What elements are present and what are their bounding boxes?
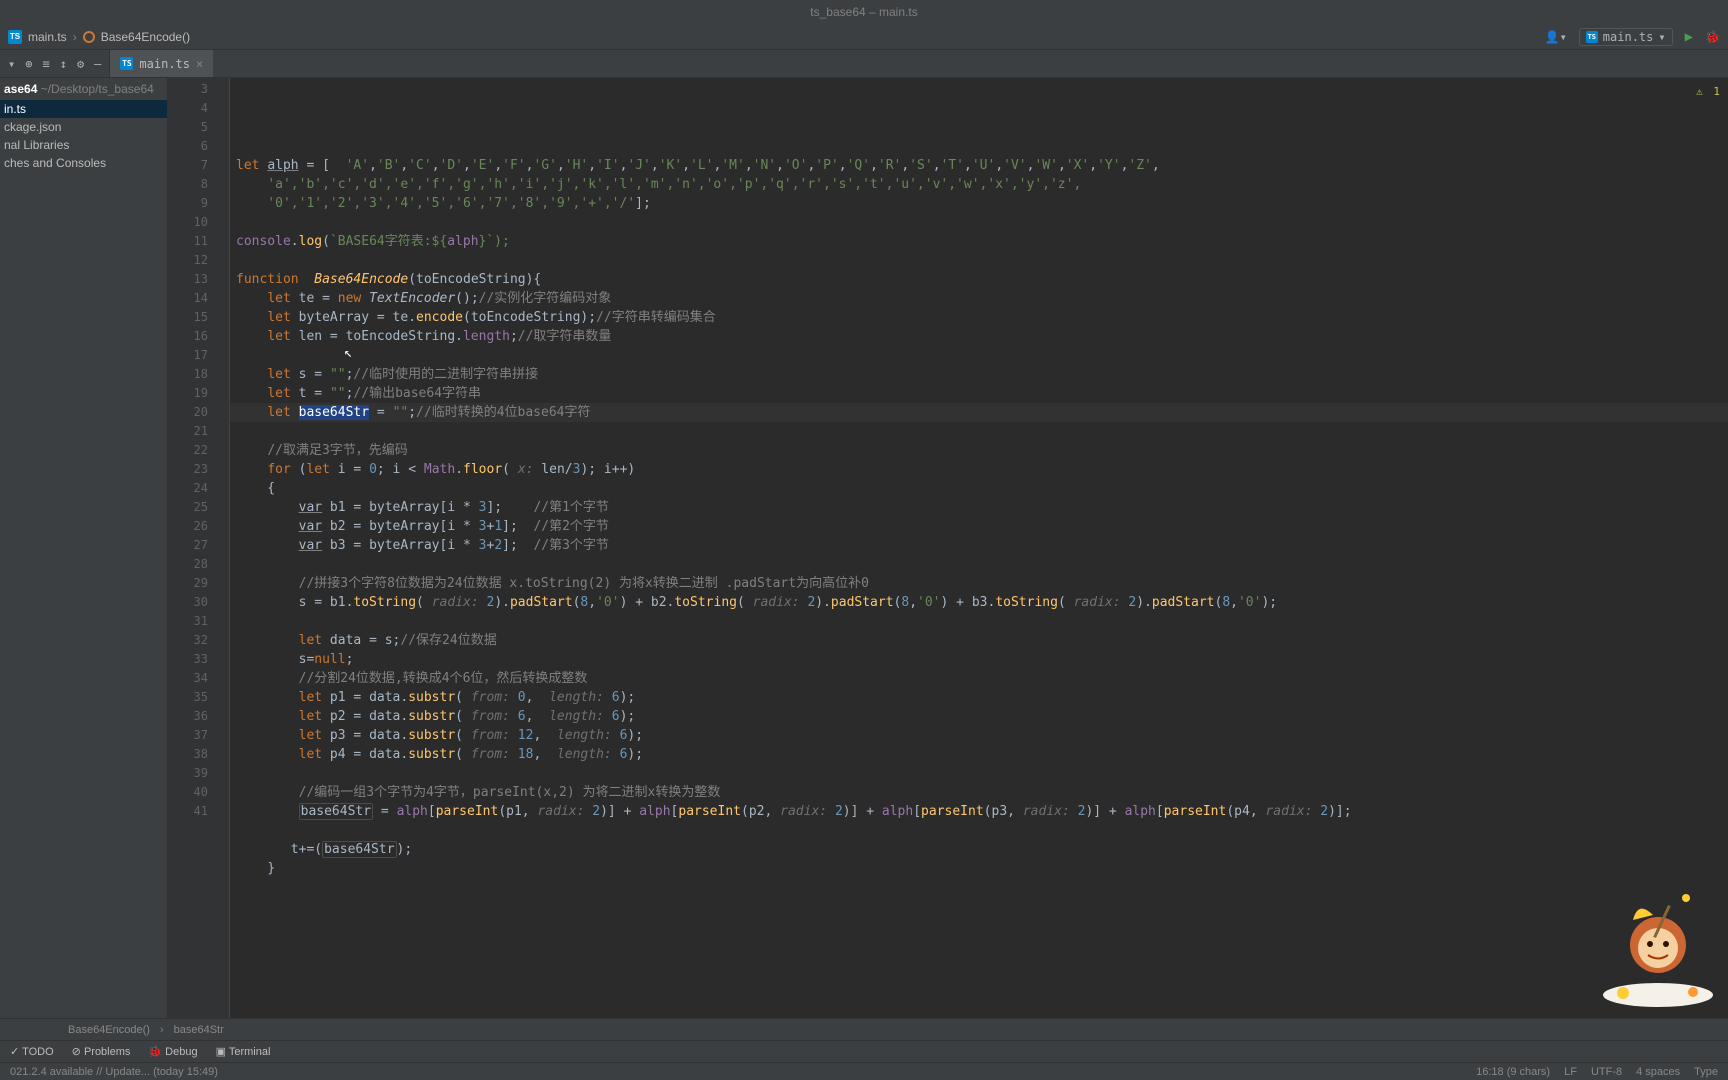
editor[interactable]: 3456789101112131415161718192021222324252… <box>168 78 1728 1018</box>
bc-symbol[interactable]: base64Str <box>174 1024 224 1036</box>
debug-tab[interactable]: 🐞 Debug <box>148 1045 197 1058</box>
status-lang[interactable]: Type <box>1694 1066 1718 1078</box>
status-update[interactable]: 021.2.4 available // Update... (today 15… <box>10 1066 218 1078</box>
editor-tab[interactable]: TS main.ts × <box>110 50 213 77</box>
status-indent[interactable]: 4 spaces <box>1636 1066 1680 1078</box>
sidebar-item-external[interactable]: nal Libraries <box>0 136 167 154</box>
project-sidebar: ase64 ~/Desktop/ts_base64 in.ts ckage.js… <box>0 78 168 1018</box>
breadcrumbs-footer: Base64Encode() › base64Str <box>0 1018 1728 1040</box>
bug-icon: 🐞 <box>148 1046 162 1058</box>
sidebar-item-main[interactable]: in.ts <box>0 100 167 118</box>
window-title: ts_base64 – main.ts <box>0 0 1728 24</box>
code-with-me-icon[interactable]: 👤▾ <box>1545 30 1567 44</box>
tool-window-bar: ✓ TODO ⊘ Problems 🐞 Debug ▣ Terminal <box>0 1040 1728 1062</box>
settings-icon[interactable]: ⚙ <box>77 57 84 71</box>
target-icon[interactable]: ⊕ <box>25 57 32 71</box>
inspection-badge[interactable]: ⚠ 1 <box>1696 82 1720 101</box>
fold-gutter <box>218 78 230 1018</box>
chevron-right-icon: › <box>73 30 77 44</box>
chevron-right-icon: › <box>160 1024 164 1036</box>
breadcrumb-symbol[interactable]: Base64Encode() <box>101 30 190 44</box>
chevron-down-icon: ▾ <box>1658 30 1665 44</box>
warning-icon: ⊘ <box>72 1046 81 1058</box>
ts-file-icon: TS <box>8 30 22 44</box>
status-linesep[interactable]: LF <box>1564 1066 1577 1078</box>
line-gutter: 3456789101112131415161718192021222324252… <box>168 78 218 1018</box>
project-root[interactable]: ase64 ~/Desktop/ts_base64 <box>0 78 167 100</box>
function-icon <box>83 31 95 43</box>
toolbar: ▾ ⊕ ≡ ↕ ⚙ — TS main.ts × <box>0 50 1728 78</box>
todo-tab[interactable]: ✓ TODO <box>10 1045 54 1058</box>
status-bar: 021.2.4 available // Update... (today 15… <box>0 1062 1728 1080</box>
hide-icon[interactable]: — <box>94 57 101 71</box>
collapse-icon[interactable]: ↕ <box>60 57 67 71</box>
status-encoding[interactable]: UTF-8 <box>1591 1066 1622 1078</box>
bc-symbol[interactable]: Base64Encode() <box>68 1024 150 1036</box>
ts-file-icon: TS <box>1586 31 1598 43</box>
breadcrumb: TS main.ts › Base64Encode() <box>8 30 190 44</box>
close-icon[interactable]: × <box>196 57 203 71</box>
expand-icon[interactable]: ≡ <box>42 57 49 71</box>
sidebar-item-package[interactable]: ckage.json <box>0 118 167 136</box>
terminal-icon: ▣ <box>216 1046 226 1058</box>
terminal-tab[interactable]: ▣ Terminal <box>216 1045 271 1058</box>
sidebar-item-scratches[interactable]: ches and Consoles <box>0 154 167 172</box>
nav-bar: TS main.ts › Base64Encode() 👤▾ TS main.t… <box>0 24 1728 50</box>
code-area[interactable]: ⚠ 1 ↖ let alph = [ 'A','B','C','D','E','… <box>230 78 1728 1018</box>
problems-tab[interactable]: ⊘ Problems <box>72 1045 131 1058</box>
run-config-selector[interactable]: TS main.ts ▾ <box>1579 28 1673 46</box>
run-icon[interactable]: ▶ <box>1685 29 1693 45</box>
check-icon: ✓ <box>10 1046 19 1058</box>
chevron-down-icon[interactable]: ▾ <box>8 57 15 71</box>
debug-icon[interactable]: 🐞 <box>1705 30 1720 44</box>
status-caret[interactable]: 16:18 (9 chars) <box>1476 1066 1550 1078</box>
ts-file-icon: TS <box>120 57 133 70</box>
breadcrumb-file[interactable]: main.ts <box>28 30 67 44</box>
